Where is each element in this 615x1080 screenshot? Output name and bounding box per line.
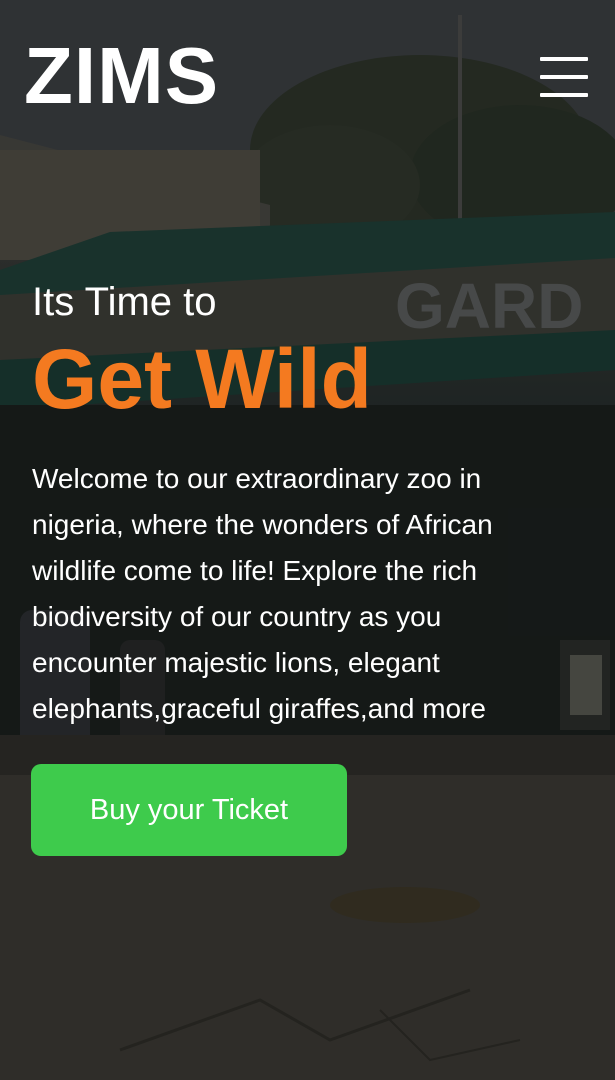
hero-tagline: Its Time to (32, 280, 217, 324)
buy-ticket-button[interactable]: Buy your Ticket (31, 764, 347, 856)
hero-intro-text: Welcome to our extraordinary zoo in nige… (32, 463, 493, 724)
menu-bar-top (540, 57, 588, 61)
hero-headline: Get Wild (32, 332, 372, 426)
hamburger-menu-icon[interactable] (538, 52, 590, 102)
menu-bar-middle (540, 75, 588, 79)
menu-bar-bottom (540, 93, 588, 97)
site-logo[interactable]: ZIMS (24, 36, 219, 116)
